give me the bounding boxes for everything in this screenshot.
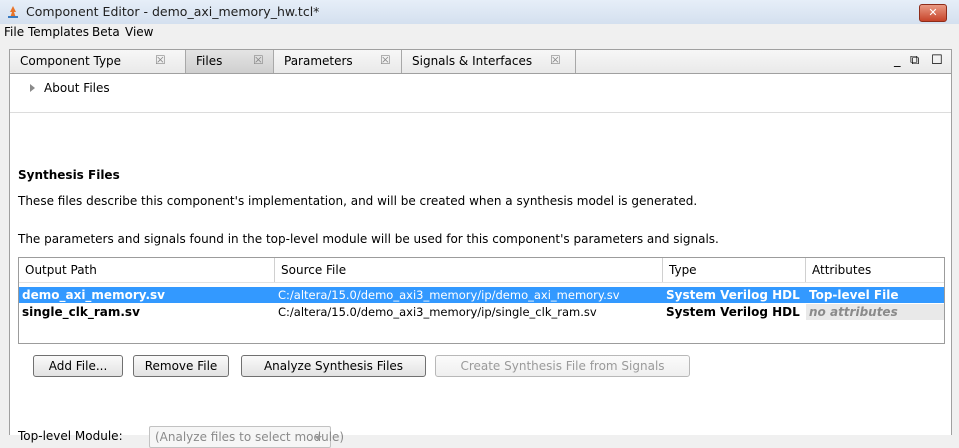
menu-templates[interactable]: Templates <box>28 25 89 39</box>
create-synthesis-file-button: Create Synthesis File from Signals <box>435 355 690 377</box>
restore-icon[interactable]: ⧉ <box>910 53 919 68</box>
synthesis-description: These files describe this component's im… <box>18 194 698 208</box>
tab-parameters[interactable]: Parameters ☒ <box>274 50 402 73</box>
tab-component-type[interactable]: Component Type ☒ <box>10 50 186 73</box>
top-level-module-select[interactable]: (Analyze files to select module) <box>149 426 344 448</box>
tab-close-icon[interactable]: ☒ <box>155 53 166 67</box>
minimize-icon[interactable]: _ <box>894 53 901 68</box>
editor-panel: Component Type ☒ Files ☒ Parameters ☒ Si… <box>9 49 952 448</box>
column-header-attributes[interactable]: Attributes <box>806 258 944 282</box>
column-header-output-path[interactable]: Output Path <box>19 258 275 282</box>
add-file-button[interactable]: Add File... <box>33 355 123 377</box>
table-row[interactable]: single_clk_ram.sv C:/altera/15.0/demo_ax… <box>19 304 944 320</box>
tab-files[interactable]: Files ☒ <box>186 50 274 73</box>
tab-signals-interfaces[interactable]: Signals & Interfaces ☒ <box>402 50 576 73</box>
quartus-app-icon <box>8 6 18 18</box>
column-header-source-file[interactable]: Source File <box>275 258 663 282</box>
maximize-icon[interactable]: ☐ <box>931 53 943 68</box>
table-row[interactable]: demo_axi_memory.sv C:/altera/15.0/demo_a… <box>19 287 944 303</box>
menu-view[interactable]: View <box>125 25 153 39</box>
tab-close-icon[interactable]: ☒ <box>380 53 391 67</box>
type-cell: System Verilog HDL <box>666 288 800 302</box>
attributes-cell: Top-level File <box>809 288 899 302</box>
type-cell: System Verilog HDL <box>666 305 800 319</box>
window-title: Component Editor - demo_axi_memory_hw.tc… <box>26 4 320 19</box>
divider <box>10 112 951 113</box>
title-bar: Component Editor - demo_axi_memory_hw.tc… <box>0 0 959 25</box>
attributes-cell: no attributes <box>806 304 944 320</box>
output-path-cell: demo_axi_memory.sv <box>22 288 165 302</box>
source-file-cell: C:/altera/15.0/demo_axi3_memory/ip/demo_… <box>278 288 620 302</box>
close-window-button[interactable]: ✕ <box>919 4 947 22</box>
tab-label: Signals & Interfaces <box>412 54 533 68</box>
tab-close-icon[interactable]: ☒ <box>253 53 264 67</box>
tab-strip: Component Type ☒ Files ☒ Parameters ☒ Si… <box>10 50 951 74</box>
menu-beta[interactable]: Beta <box>92 25 120 39</box>
analyze-synthesis-files-button[interactable]: Analyze Synthesis Files <box>241 355 426 377</box>
tab-label: Files <box>196 54 223 68</box>
remove-file-button[interactable]: Remove File <box>133 355 229 377</box>
top-level-module-label: Top-level Module: <box>18 429 123 443</box>
output-path-cell: single_clk_ram.sv <box>22 305 140 319</box>
tab-label: Parameters <box>284 54 353 68</box>
synthesis-files-table: Output Path Source File Type Attributes … <box>18 257 945 344</box>
close-icon: ✕ <box>928 6 938 19</box>
menu-file[interactable]: File <box>4 25 24 39</box>
about-files-label: About Files <box>44 81 110 95</box>
menu-bar: File Templates Beta View <box>0 24 959 42</box>
chevron-down-icon <box>314 436 322 440</box>
tab-label: Component Type <box>20 54 122 68</box>
section-title: Synthesis Files <box>18 168 120 182</box>
tab-close-icon[interactable]: ☒ <box>550 53 561 67</box>
table-header: Output Path Source File Type Attributes <box>19 258 944 283</box>
parameters-note: The parameters and signals found in the … <box>18 232 719 246</box>
column-header-type[interactable]: Type <box>663 258 806 282</box>
source-file-cell: C:/altera/15.0/demo_axi3_memory/ip/singl… <box>278 305 597 319</box>
expand-triangle-icon <box>30 84 35 92</box>
